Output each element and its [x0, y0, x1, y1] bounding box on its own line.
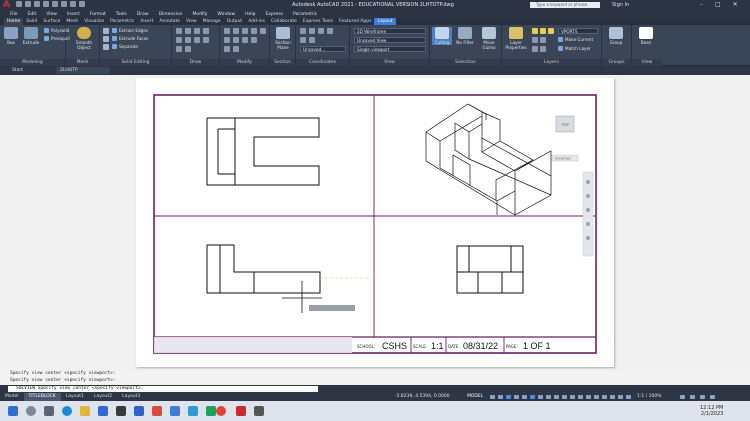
top-view-shape — [206, 117, 320, 186]
transparency-icon[interactable] — [546, 395, 551, 399]
front-view-shape — [206, 244, 321, 294]
edge-browser-icon[interactable] — [62, 406, 72, 416]
unnamed-label: Unnamed — [555, 157, 570, 161]
layout-drawing: TOP Unnamed SCHOOL: CSHS SCALE: 1:1 DATE… — [153, 94, 597, 354]
annomonitor-icon[interactable] — [626, 395, 631, 399]
grid-icon[interactable] — [490, 395, 495, 399]
workspace-icon[interactable] — [618, 395, 623, 399]
status-bar: Model TITLEBLOCK Layout1 Layout2 Layout3… — [0, 393, 750, 401]
scale-value: 1:1 — [431, 341, 444, 351]
command-line-bar: SOLVIEW Specify view center <specify vie… — [0, 385, 750, 393]
dynamic-ucs-icon[interactable] — [570, 395, 575, 399]
file-explorer-icon[interactable] — [80, 406, 90, 416]
autocad-taskbar-icon[interactable] — [236, 406, 246, 416]
orbit-icon — [586, 222, 590, 226]
annotation-visibility-icon[interactable] — [594, 395, 599, 399]
page-value: 1 OF 1 — [523, 341, 551, 351]
date-label: DATE: — [448, 344, 460, 349]
steering-wheel-icon — [586, 180, 590, 184]
sheet-border — [153, 94, 597, 354]
side-view-shape — [456, 245, 524, 294]
date-value: 08/31/22 — [463, 341, 498, 351]
autoscale-icon[interactable] — [602, 395, 607, 399]
zoom-icon — [586, 208, 590, 212]
viewcube-label: TOP — [560, 122, 569, 127]
app-icon-1[interactable] — [116, 406, 126, 416]
selection-cycling-icon[interactable] — [554, 395, 559, 399]
ortho-icon[interactable] — [506, 395, 511, 399]
annotation-scale-icon[interactable] — [610, 395, 615, 399]
titleblock-name-blurred — [154, 337, 352, 353]
layout-tab-titleblock[interactable]: TITLEBLOCK — [23, 393, 61, 401]
navigation-bar[interactable] — [582, 171, 594, 257]
page-label: PAGE: — [506, 344, 518, 349]
command-input[interactable]: SOLVIEW Specify view center <specify vie… — [8, 386, 318, 392]
layout-tab-layout3[interactable]: Layout3 — [117, 393, 145, 401]
customization-icon[interactable] — [710, 395, 715, 399]
chrome-icon[interactable] — [216, 406, 226, 416]
hardware-acceleration-icon[interactable] — [690, 395, 695, 399]
polar-icon[interactable] — [514, 395, 519, 399]
layout-tab-layout2[interactable]: Layout2 — [89, 393, 117, 401]
windows-taskbar: 12:12 PM 2/1/2023 — [0, 401, 750, 421]
clean-screen-icon[interactable] — [700, 395, 705, 399]
store-icon[interactable] — [98, 406, 108, 416]
gizmo-status-icon[interactable] — [586, 395, 591, 399]
viewport-scale[interactable]: 1:1 / 100% — [637, 394, 661, 399]
search-taskbar-icon[interactable] — [26, 406, 36, 416]
app-icon-6[interactable] — [206, 406, 216, 416]
school-value: CSHS — [382, 341, 407, 351]
coordinates-readout: -5.8239, 4.5394, 0.0000 — [395, 394, 450, 399]
layout-tab-layout1[interactable]: Layout1 — [61, 393, 89, 401]
dynamic-input-tooltip — [309, 305, 355, 311]
scale-label: SCALE: — [413, 344, 427, 349]
lineweight-icon[interactable] — [538, 395, 543, 399]
system-clock[interactable]: 12:12 PM 2/1/2023 — [700, 405, 723, 417]
app-icon-7[interactable] — [254, 406, 264, 416]
osnap-icon[interactable] — [522, 395, 527, 399]
layout-tab-model[interactable]: Model — [0, 393, 24, 401]
selection-filter-icon[interactable] — [578, 395, 583, 399]
isolate-objects-icon[interactable] — [680, 395, 685, 399]
app-icon-5[interactable] — [188, 406, 198, 416]
command-history-line: Specify view center <specify viewport>: — [10, 377, 116, 383]
school-label: SCHOOL: — [357, 344, 375, 349]
showmotion-icon — [586, 236, 590, 240]
model-space-toggle[interactable]: MODEL — [467, 394, 483, 399]
app-icon-4[interactable] — [170, 406, 180, 416]
command-history: Specify view center <specify viewport>: … — [0, 371, 750, 385]
snap-icon[interactable] — [498, 395, 503, 399]
task-view-icon[interactable] — [44, 406, 54, 416]
isometric-view-shape — [425, 103, 552, 216]
3d-osnap-icon[interactable] — [562, 395, 567, 399]
app-icon-3[interactable] — [152, 406, 162, 416]
app-icon-2[interactable] — [134, 406, 144, 416]
otrack-icon[interactable] — [530, 395, 535, 399]
pan-icon — [586, 194, 590, 198]
start-menu-icon[interactable] — [8, 406, 18, 416]
